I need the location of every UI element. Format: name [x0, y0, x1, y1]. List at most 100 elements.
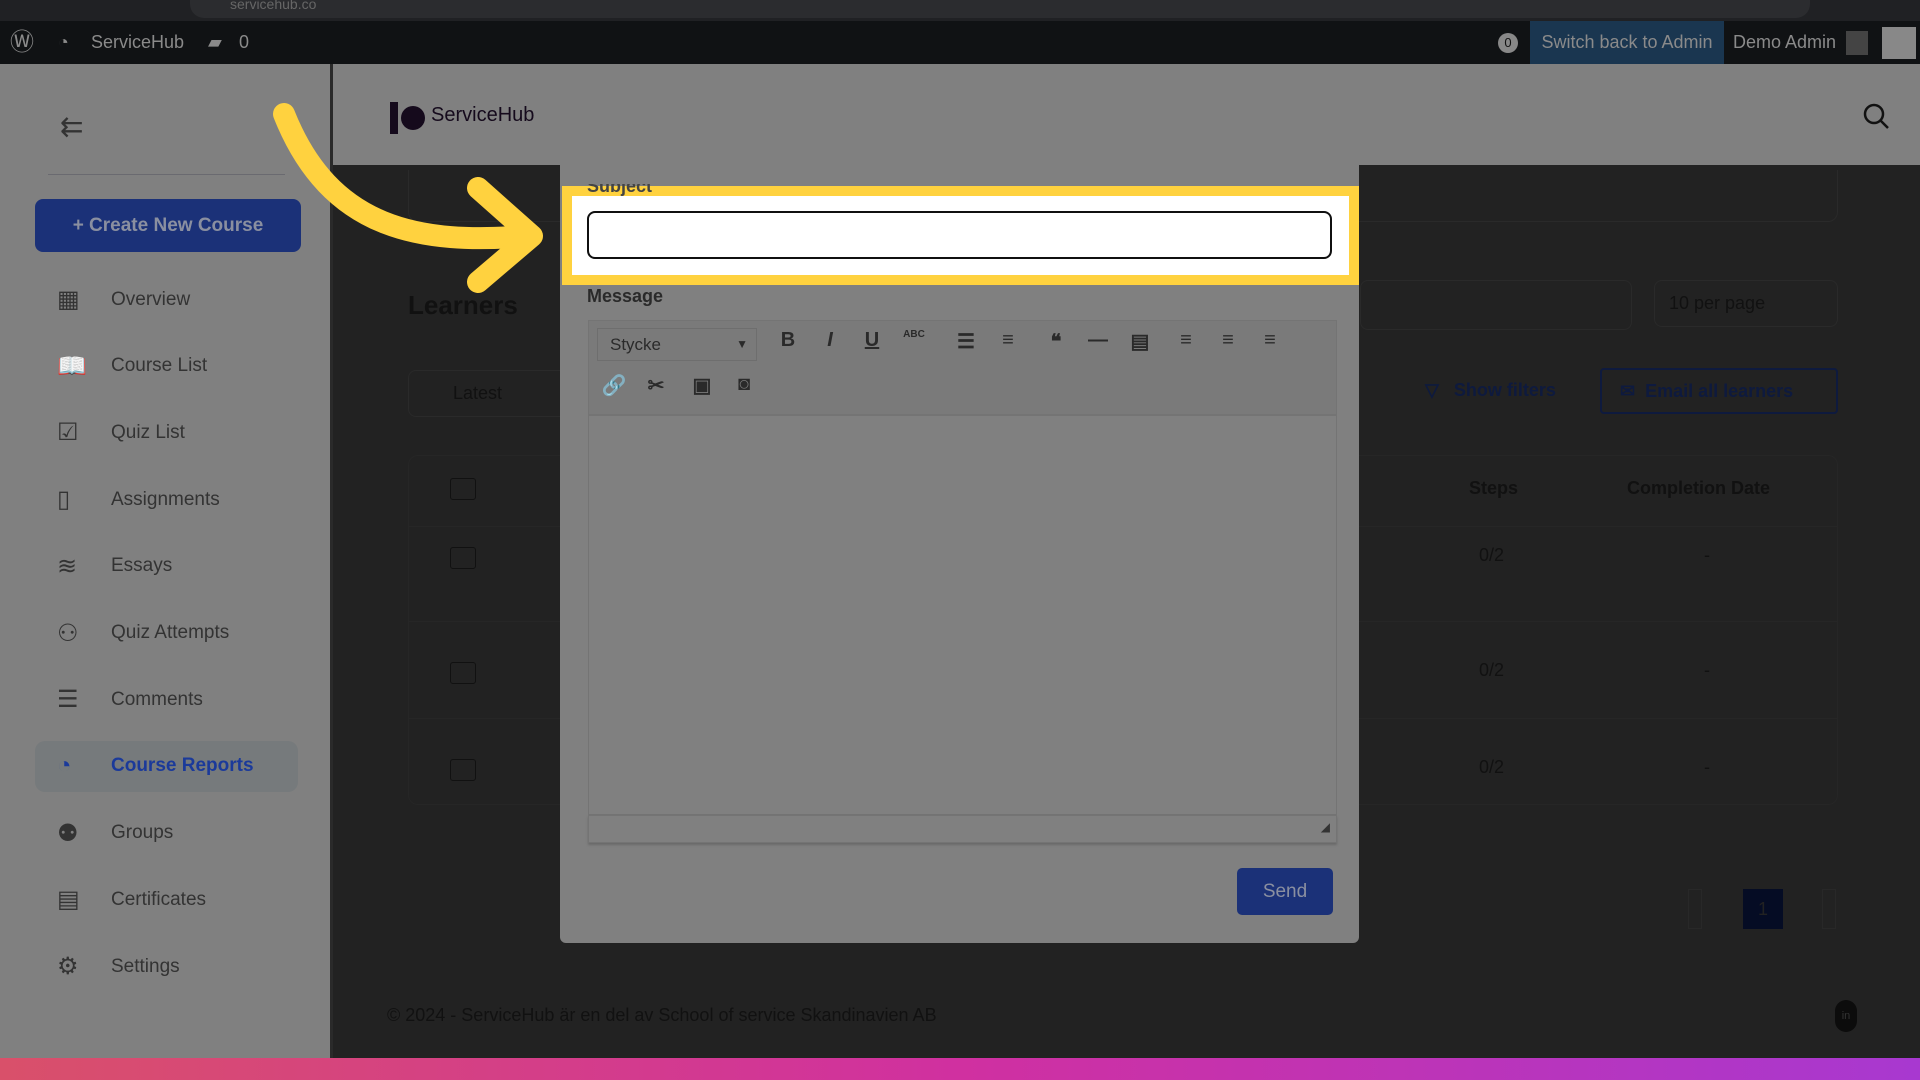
strikethrough-icon[interactable]: ABC	[899, 329, 929, 340]
collapse-menu-icon[interactable]: ⇇	[60, 110, 83, 143]
sidebar-item-course-reports[interactable]: ◔ Course Reports	[35, 740, 298, 792]
search-learners-input[interactable]	[1360, 280, 1632, 330]
unlink-icon[interactable]: ✂	[641, 373, 671, 398]
user-menu[interactable]: Demo Admin	[1733, 21, 1836, 64]
sidebar-item-overview[interactable]: ▦ Overview	[35, 274, 298, 325]
updates-badge[interactable]: 0	[1498, 33, 1518, 53]
address-bar[interactable]: servicehub.co	[190, 0, 1810, 18]
sidebar-item-course-list[interactable]: 📖 Course List	[35, 341, 298, 392]
avatar[interactable]	[1846, 31, 1868, 55]
sidebar-item-label: Course List	[111, 355, 208, 377]
mail-icon: ✉	[1620, 381, 1636, 401]
italic-icon[interactable]: I	[815, 329, 845, 352]
user-question-icon: ⚇	[57, 619, 79, 647]
sidebar-item-label: Overview	[111, 288, 191, 310]
row-checkbox[interactable]	[450, 662, 476, 684]
sidebar-item-label: Quiz List	[111, 421, 185, 443]
blockquote-icon[interactable]: ❝	[1041, 329, 1071, 354]
underline-icon[interactable]: U	[857, 329, 887, 352]
bold-icon[interactable]: B	[773, 329, 803, 352]
search-icon[interactable]	[1862, 102, 1890, 130]
format-select[interactable]: Stycke ▼	[597, 328, 757, 361]
certificate-icon: ▤	[57, 886, 80, 914]
sidebar-item-label: Certificates	[111, 888, 207, 910]
brand-logo-icon	[390, 102, 398, 134]
sidebar-item-assignments[interactable]: ▯ Assignments	[35, 474, 298, 525]
completion-date-cell: -	[1704, 545, 1710, 565]
users-icon: ⚉	[57, 819, 79, 847]
steps-cell: 0/2	[1479, 660, 1505, 680]
media-icon[interactable]: ▣	[687, 373, 717, 398]
sidebar-item-quiz-list[interactable]: ☑ Quiz List	[35, 407, 298, 458]
align-right-icon[interactable]: ≡	[1255, 329, 1285, 352]
editor-statusbar: ◢	[588, 815, 1337, 843]
site-name-link[interactable]: ServiceHub	[91, 21, 184, 64]
wp-admin-bar: Ⓦ ◔ ServiceHub ▰ 0 0 Switch back to Admi…	[0, 21, 1920, 64]
numbered-list-icon[interactable]: ≡	[993, 329, 1023, 352]
comments-count: 0	[239, 32, 250, 52]
overview-icon: ▦	[57, 286, 80, 313]
align-center-icon[interactable]: ≡	[1213, 329, 1243, 352]
sort-label: Latest	[453, 383, 503, 403]
show-filters-label: Show filters	[1453, 380, 1556, 400]
per-page-value: 10 per page	[1669, 293, 1766, 313]
gear-icon: ⚙	[57, 953, 79, 980]
switch-back-button[interactable]: Switch back to Admin	[1530, 21, 1724, 64]
format-value: Stycke	[610, 335, 662, 354]
comment-icon[interactable]: ▰	[208, 21, 222, 64]
select-all-checkbox[interactable]	[450, 478, 476, 500]
completion-date-cell: -	[1704, 757, 1710, 777]
next-page-button[interactable]	[1822, 889, 1836, 929]
page-title: Learners	[408, 290, 518, 320]
message-editor[interactable]	[588, 415, 1337, 815]
editor-toolbar: Stycke ▼ B I U ABC ☰ ≡ ❝ — ▤ ≡ ≡ ≡ 🔗 ✂ ▣ ◙	[588, 320, 1337, 415]
layers-icon: ≋	[57, 552, 78, 580]
chevron-down-icon: ▼	[736, 337, 748, 351]
show-filters-button[interactable]: ▽ Show filters	[1425, 380, 1556, 401]
steps-cell: 0/2	[1479, 545, 1505, 565]
send-button[interactable]: Send	[1237, 868, 1333, 915]
comment-icon: ☰	[57, 686, 79, 714]
email-all-learners-button[interactable]: ✉ Email all learners	[1600, 368, 1838, 414]
read-more-icon[interactable]: ▤	[1125, 329, 1155, 354]
wordpress-logo-icon[interactable]: Ⓦ	[10, 21, 34, 64]
sidebar-item-groups[interactable]: ⚉ Groups	[35, 808, 298, 859]
horizontal-rule-icon[interactable]: —	[1083, 329, 1113, 352]
sidebar-item-comments[interactable]: ☰ Comments	[35, 674, 298, 725]
sort-select[interactable]: Latest	[408, 370, 568, 417]
file-icon: ▯	[57, 486, 71, 514]
sidebar-item-settings[interactable]: ⚙ Settings	[35, 941, 298, 992]
row-checkbox[interactable]	[450, 759, 476, 781]
bullet-list-icon[interactable]: ☰	[951, 329, 981, 354]
subject-label: Subject	[587, 184, 653, 196]
sidebar: ⇇ + Create New Course ▦ Overview 📖 Course L…	[0, 64, 333, 1058]
book-icon: 📖	[57, 352, 87, 380]
sidebar-item-label: Groups	[111, 822, 174, 844]
align-left-icon[interactable]: ≡	[1171, 329, 1201, 352]
steps-cell: 0/2	[1479, 757, 1505, 777]
top-header: ServiceHub	[333, 64, 1920, 165]
per-page-select[interactable]: 10 per page	[1654, 280, 1838, 327]
sidebar-item-label: Settings	[111, 955, 180, 977]
add-media-icon[interactable]: ◙	[729, 373, 759, 396]
prev-page-button[interactable]	[1688, 889, 1702, 929]
sidebar-item-essays[interactable]: ≋ Essays	[35, 541, 298, 592]
sidebar-item-label: Quiz Attempts	[111, 622, 230, 643]
sidebar-item-label: Course Reports	[111, 755, 254, 777]
link-icon[interactable]: 🔗	[599, 373, 629, 398]
sidebar-item-quiz-attempts[interactable]: ⚇ Quiz Attempts	[35, 608, 298, 659]
sidebar-item-certificates[interactable]: ▤ Certificates	[35, 874, 298, 925]
brand-name: ServiceHub	[431, 104, 535, 126]
page-1-button[interactable]: 1	[1743, 889, 1783, 929]
column-header-steps: Steps	[1469, 478, 1519, 498]
linkedin-icon[interactable]: in	[1835, 1000, 1857, 1032]
brand-logo-dot	[401, 106, 425, 130]
row-checkbox[interactable]	[450, 547, 476, 569]
bottom-gradient-bar	[0, 1058, 1920, 1080]
footer-text: © 2024 - ServiceHub är en del av School …	[387, 1005, 937, 1025]
completion-date-cell: -	[1704, 660, 1710, 680]
sidebar-item-label: Comments	[111, 688, 203, 710]
subject-input[interactable]	[586, 210, 1333, 260]
create-new-course-button[interactable]: + Create New Course	[35, 199, 301, 252]
resize-handle-icon[interactable]: ◢	[1321, 820, 1330, 834]
